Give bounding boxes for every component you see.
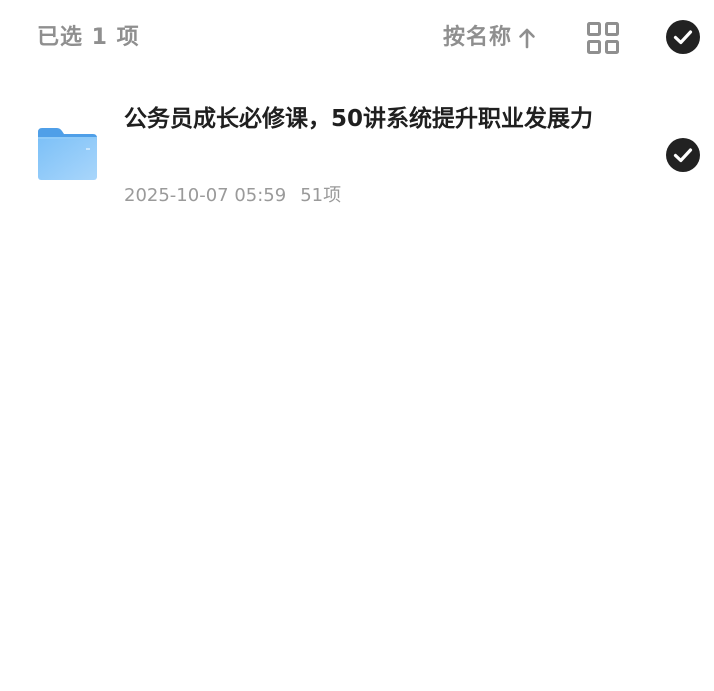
file-meta: 2025-10-07 05:59 51项 <box>124 183 341 209</box>
row-checkbox[interactable] <box>666 138 700 172</box>
folder-icon <box>38 128 97 180</box>
sort-by-name-button[interactable]: 按名称 <box>443 22 536 54</box>
select-all-checkbox[interactable] <box>666 20 700 54</box>
grid-view-icon[interactable] <box>586 21 620 55</box>
arrow-up-icon <box>519 28 535 49</box>
check-icon <box>673 148 693 163</box>
item-count: 51项 <box>300 185 342 206</box>
selected-count: 已选 1 项 <box>37 25 140 50</box>
check-icon <box>673 30 693 45</box>
file-name: 公务员成长必修课，50讲系统提升职业发展力 <box>124 106 594 132</box>
file-picker: 已选 1 项 按名称 公务员成长必修课，50讲系统提升职业发展力 2025-10… <box>0 0 714 691</box>
modified-time: 2025-10-07 05:59 <box>124 185 287 206</box>
sort-label: 按名称 <box>443 25 513 50</box>
selection-header: 已选 1 项 按名称 <box>0 0 714 76</box>
file-row[interactable]: 公务员成长必修课，50讲系统提升职业发展力 2025-10-07 05:59 51… <box>0 90 714 220</box>
